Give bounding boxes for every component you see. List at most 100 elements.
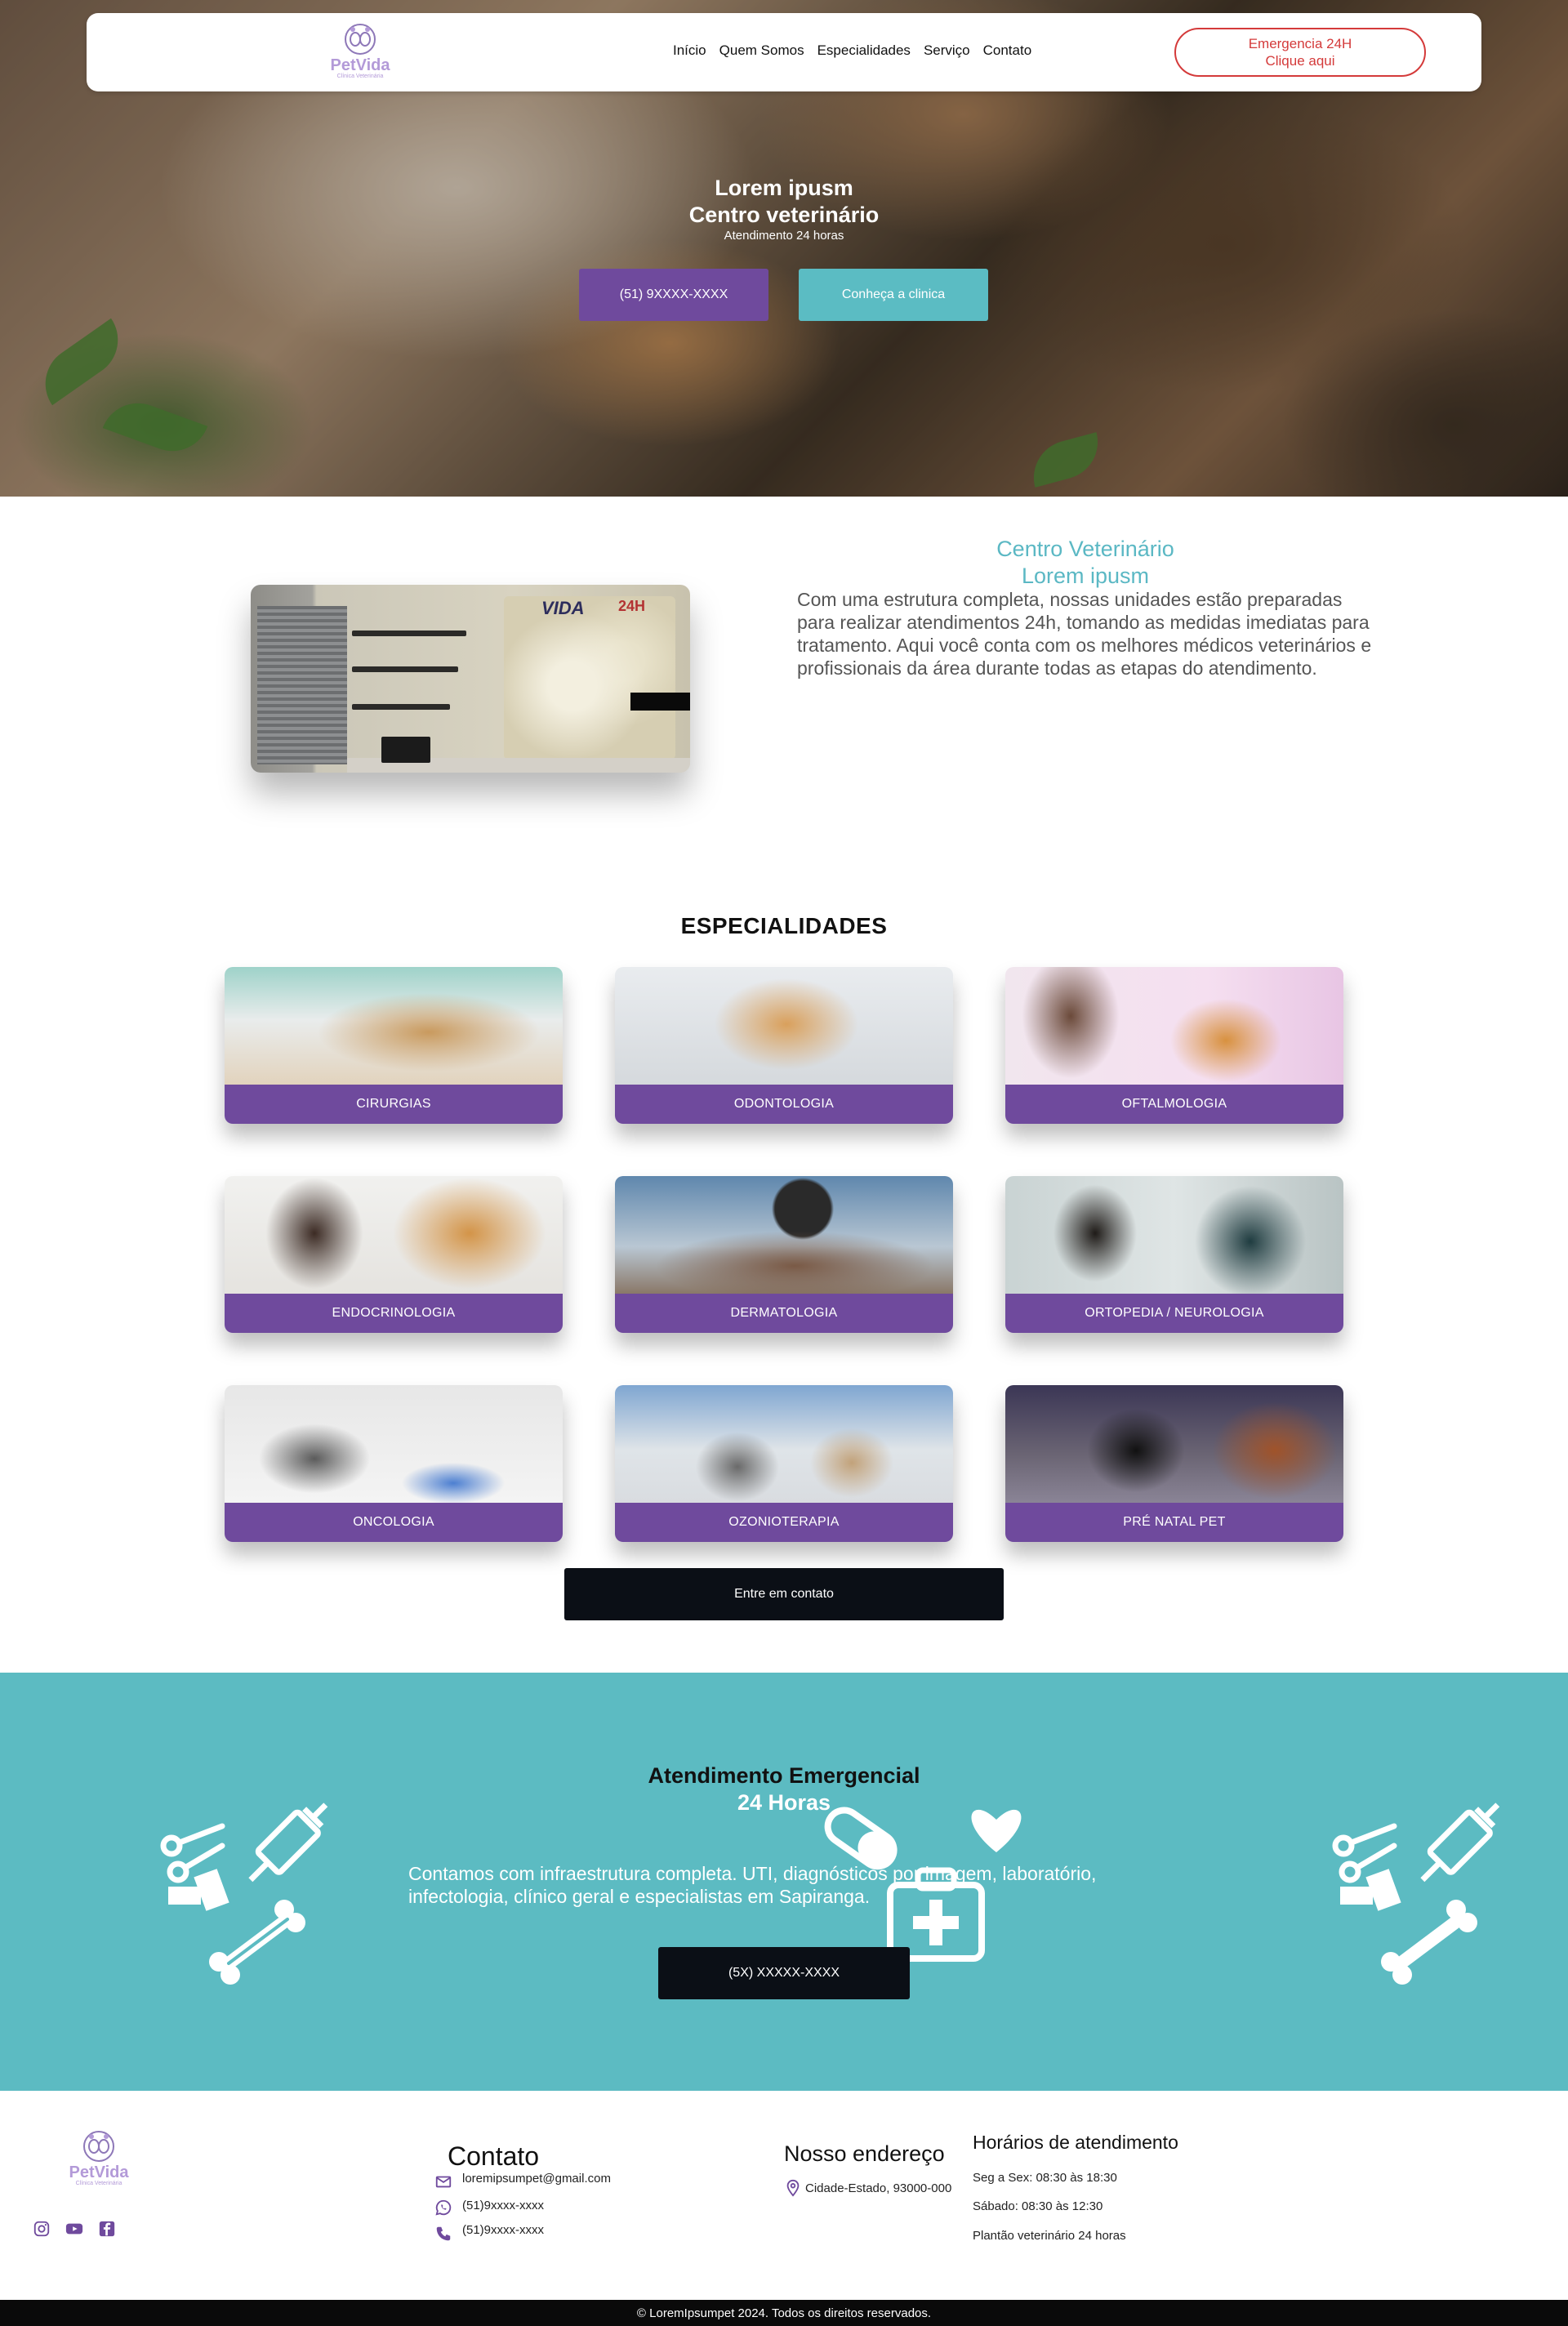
emergency-button[interactable]: Emergencia 24H Clique aqui — [1174, 28, 1426, 77]
specialty-card-oncologia[interactable]: ONCOLOGIA — [225, 1385, 563, 1542]
about-title-line1: Centro Veterinário — [996, 537, 1174, 561]
footer-whatsapp-row[interactable]: (51)9xxxx-xxxx — [434, 2199, 544, 2217]
facebook-icon[interactable] — [98, 2220, 116, 2238]
navbar: PetVida Clínica Veterinária Início Quem … — [87, 13, 1481, 91]
footer-brand-tagline: Clínica Veterinária — [75, 2181, 122, 2186]
footer-whatsapp: (51)9xxxx-xxxx — [462, 2198, 545, 2212]
specialty-image — [225, 1176, 563, 1294]
address-heading: Nosso endereço — [784, 2141, 945, 2166]
about-title: Centro Veterinário Lorem ipusm — [797, 536, 1374, 590]
mail-icon — [435, 2176, 452, 2188]
main-nav: Início Quem Somos Especialidades Serviço… — [673, 42, 1031, 59]
footer: PetVida Clínica Veterinária Contato lore… — [0, 2091, 1568, 2300]
brand-name: PetVida — [330, 56, 390, 74]
specialty-label: ODONTOLOGIA — [615, 1085, 953, 1124]
paw-logo-icon — [81, 2128, 117, 2164]
hours-saturday: Sábado: 08:30 às 12:30 — [973, 2199, 1103, 2213]
footer-email-row[interactable]: loremipsumpet@gmail.com — [434, 2172, 611, 2190]
window-blinds — [257, 606, 347, 764]
clinic-photo: VIDA 24H — [251, 585, 690, 773]
youtube-icon[interactable] — [65, 2220, 83, 2238]
wall-shelf — [352, 704, 450, 710]
contact-button[interactable]: Entre em contato — [564, 1568, 1004, 1620]
specialty-image — [615, 1176, 953, 1294]
hero-text: Lorem ipusm Centro veterinário Atendimen… — [0, 175, 1568, 243]
nav-link-servico[interactable]: Serviço — [924, 42, 970, 59]
specialty-image — [615, 1385, 953, 1503]
logo[interactable]: PetVida Clínica Veterinária — [323, 21, 397, 87]
specialty-label: PRÉ NATAL PET — [1005, 1503, 1343, 1542]
social-links — [33, 2220, 116, 2238]
emergency-title: Atendimento Emergencial 24 Horas — [0, 1762, 1568, 1816]
specialties-heading: ESPECIALIDADES — [680, 913, 888, 938]
emergency-section: Atendimento Emergencial 24 Horas Contamo… — [0, 1673, 1568, 2091]
wall-shelf — [352, 666, 458, 672]
specialty-card-dermatologia[interactable]: DERMATOLOGIA — [615, 1176, 953, 1333]
monitor — [381, 737, 430, 763]
instagram-icon[interactable] — [33, 2220, 51, 2238]
specialty-label: DERMATOLOGIA — [615, 1294, 953, 1333]
leaf-decoration — [102, 392, 208, 462]
emergency-button-line1: Emergencia 24H — [1248, 36, 1352, 51]
specialty-card-oftalmologia[interactable]: OFTALMOLOGIA — [1005, 967, 1343, 1124]
nav-link-quem-somos[interactable]: Quem Somos — [719, 42, 804, 59]
emergency-text: Contamos com infraestrutura completa. UT… — [408, 1863, 1097, 1907]
specialty-card-odontologia[interactable]: ODONTOLOGIA — [615, 967, 953, 1124]
hours-weekdays: Seg a Sex: 08:30 às 18:30 — [973, 2171, 1117, 2185]
vet-tools-icon — [160, 1802, 328, 1985]
footer-logo[interactable]: PetVida Clínica Veterinária — [62, 2128, 136, 2194]
specialty-label: ONCOLOGIA — [225, 1503, 563, 1542]
emergency-phone-button[interactable]: (5X) XXXXX-XXXX — [658, 1947, 910, 1999]
clinic-sign-24h: 24H — [618, 598, 646, 614]
about-text: Com uma estrutura completa, nossas unida… — [797, 589, 1372, 679]
brand-tagline: Clínica Veterinária — [336, 74, 384, 79]
nav-link-especialidades[interactable]: Especialidades — [817, 42, 911, 59]
specialty-image — [225, 967, 563, 1085]
leaf-decoration — [1025, 432, 1107, 488]
specialty-card-endocrinologia[interactable]: ENDOCRINOLOGIA — [225, 1176, 563, 1333]
footer-brand-name: PetVida — [69, 2163, 129, 2181]
emergency-button-line2: Clique aqui — [1265, 53, 1335, 69]
specialty-card-pre-natal-pet[interactable]: PRÉ NATAL PET — [1005, 1385, 1343, 1542]
specialty-card-ortopedia-neurologia[interactable]: ORTOPEDIA / NEUROLOGIA — [1005, 1176, 1343, 1333]
about-title-line2: Lorem ipusm — [1021, 564, 1150, 588]
wall-shelf — [352, 631, 466, 636]
nav-link-inicio[interactable]: Início — [673, 42, 706, 59]
paw-logo-icon — [342, 21, 378, 57]
specialty-label: ENDOCRINOLOGIA — [225, 1294, 563, 1333]
copyright-bar: © LoremIpsumpet 2024. Todos os direitos … — [0, 2300, 1568, 2326]
specialty-card-ozonioterapia[interactable]: OZONIOTERAPIA — [615, 1385, 953, 1542]
hours-heading: Horários de atendimento — [973, 2132, 1178, 2153]
footer-phone: (51)9xxxx-xxxx — [462, 2222, 545, 2237]
specialty-image — [615, 967, 953, 1085]
hero-phone-button[interactable]: (51) 9XXXX-XXXX — [579, 269, 768, 321]
specialty-label: OZONIOTERAPIA — [615, 1503, 953, 1542]
phone-icon — [436, 2226, 451, 2241]
page: PetVida Clínica Veterinária Início Quem … — [0, 0, 1568, 2326]
nav-link-contato[interactable]: Contato — [983, 42, 1032, 59]
hero-title-line2: Centro veterinário — [688, 203, 880, 227]
specialty-label: OFTALMOLOGIA — [1005, 1085, 1343, 1124]
footer-address-row[interactable]: Cidade-Estado, 93000-000 — [784, 2179, 951, 2197]
redaction-box — [630, 693, 690, 711]
vet-tools-icon — [1332, 1802, 1500, 1985]
specialty-label: CIRURGIAS — [225, 1085, 563, 1124]
footer-phone-row[interactable]: (51)9xxxx-xxxx — [434, 2222, 545, 2243]
map-pin-icon — [786, 2179, 800, 2197]
hero-clinic-button[interactable]: Conheça a clinica — [799, 269, 988, 321]
hours-on-call: Plantão veterinário 24 horas — [973, 2229, 1126, 2243]
specialty-image — [1005, 1385, 1343, 1503]
contact-heading: Contato — [448, 2141, 540, 2171]
hero-title-line1: Lorem ipusm — [715, 176, 853, 200]
whatsapp-icon — [435, 2199, 452, 2216]
emergency-title-line1: Atendimento Emergencial — [648, 1763, 920, 1788]
hero-section: PetVida Clínica Veterinária Início Quem … — [0, 0, 1568, 497]
specialty-image — [1005, 967, 1343, 1085]
specialty-image — [1005, 1176, 1343, 1294]
specialty-card-cirurgias[interactable]: CIRURGIAS — [225, 967, 563, 1124]
specialty-image — [225, 1385, 563, 1503]
leaf-decoration — [30, 318, 133, 406]
footer-email: loremipsumpet@gmail.com — [462, 2171, 611, 2186]
footer-address: Cidade-Estado, 93000-000 — [805, 2181, 952, 2195]
clinic-sign: VIDA — [541, 598, 585, 618]
